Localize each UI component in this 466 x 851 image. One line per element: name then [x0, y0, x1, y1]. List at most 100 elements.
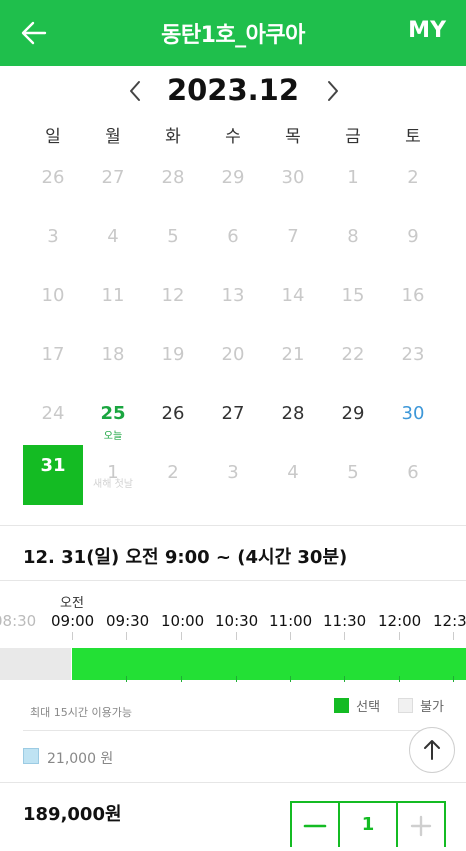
- calendar-day: 15: [323, 268, 383, 327]
- calendar-day: 23: [383, 327, 443, 386]
- calendar-day: 4: [83, 209, 143, 268]
- calendar-day: 16: [383, 268, 443, 327]
- calendar-day-saturday[interactable]: 30: [383, 386, 443, 445]
- time-tick: [236, 632, 237, 640]
- day-number: 28: [161, 167, 185, 188]
- day-number: 14: [281, 285, 305, 306]
- chevron-right-icon: [328, 81, 338, 101]
- legend-unavailable-swatch: [398, 698, 414, 713]
- day-number: 16: [401, 285, 425, 306]
- calendar-day[interactable]: 27: [203, 386, 263, 445]
- day-number: 7: [287, 226, 299, 247]
- weekday-sun: 일: [45, 127, 61, 147]
- calendar-day-today[interactable]: 25 오늘: [83, 386, 143, 445]
- calendar-day: 3: [203, 445, 263, 504]
- calendar-day: 12: [143, 268, 203, 327]
- calendar-day: 14: [263, 268, 323, 327]
- day-number: 29: [341, 403, 365, 424]
- day-number: 27: [221, 403, 245, 424]
- slot-separator: [181, 676, 182, 682]
- arrow-up-icon: [424, 740, 440, 760]
- calendar-day: 5: [143, 209, 203, 268]
- time-label: 08:30: [0, 612, 37, 630]
- calendar-week: 17 18 19 20 21 22 23: [23, 327, 443, 386]
- day-number: 3: [227, 462, 239, 483]
- calendar-day[interactable]: 29: [323, 386, 383, 445]
- slot-price: 21,000 원: [47, 751, 114, 767]
- day-number: 22: [341, 344, 365, 365]
- quantity-value: 1: [338, 803, 398, 847]
- time-label: 12:00: [378, 612, 422, 630]
- price-swatch: [23, 748, 39, 764]
- day-number: 19: [161, 344, 185, 365]
- weekday-wed: 수: [225, 127, 241, 147]
- calendar-day-selected[interactable]: 31: [23, 445, 83, 505]
- day-number: 6: [407, 462, 419, 483]
- section-divider: [23, 730, 423, 731]
- my-page-button[interactable]: MY: [408, 18, 446, 43]
- time-tick: [453, 632, 454, 640]
- month-label: 2023.12: [166, 73, 300, 107]
- calendar-day: 1: [323, 150, 383, 209]
- slot-legend: 선택 불가: [316, 696, 444, 715]
- day-number: 11: [101, 285, 125, 306]
- unavailable-slots: [0, 648, 71, 680]
- scroll-to-top-button[interactable]: [409, 727, 455, 773]
- calendar-day: 13: [203, 268, 263, 327]
- time-label: 11:00: [269, 612, 313, 630]
- calendar-day: 2: [143, 445, 203, 504]
- calendar-day: 27: [83, 150, 143, 209]
- calendar-week: 26 27 28 29 30 1 2: [23, 150, 443, 209]
- time-tick: [290, 632, 291, 640]
- calendar-week: 31 1 새해 첫날 2 3 4 5 6: [23, 445, 443, 505]
- calendar-day[interactable]: 26: [143, 386, 203, 445]
- day-number: 30: [401, 403, 425, 424]
- weekday-tue: 화: [165, 127, 181, 147]
- time-tick: [181, 632, 182, 640]
- day-number: 18: [101, 344, 125, 365]
- time-tick: [344, 632, 345, 640]
- day-number: 27: [101, 167, 125, 188]
- calendar-day: 24: [23, 386, 83, 445]
- day-number: 13: [221, 285, 245, 306]
- calendar-day: 8: [323, 209, 383, 268]
- increase-button[interactable]: [398, 803, 444, 847]
- calendar-day: 19: [143, 327, 203, 386]
- calendar-day: 26: [23, 150, 83, 209]
- section-divider: [0, 525, 466, 526]
- calendar-week: 10 11 12 13 14 15 16: [23, 268, 443, 327]
- legend-unavailable-label: 불가: [420, 700, 444, 715]
- slot-separator: [399, 676, 400, 682]
- day-number: 9: [407, 226, 419, 247]
- day-number: 23: [401, 344, 425, 365]
- day-number: 20: [221, 344, 245, 365]
- day-number: 8: [347, 226, 359, 247]
- today-label: 오늘: [103, 431, 123, 442]
- ampm-label: 오전: [60, 596, 84, 611]
- decrease-button[interactable]: [292, 803, 338, 847]
- holiday-label: 새해 첫날: [93, 479, 133, 490]
- day-number: 4: [287, 462, 299, 483]
- day-number: 24: [41, 403, 65, 424]
- day-number: 4: [107, 226, 119, 247]
- selected-time-range[interactable]: [72, 648, 466, 680]
- calendar-day: 5: [323, 445, 383, 504]
- calendar-day: 7: [263, 209, 323, 268]
- quantity-stepper: 1: [290, 801, 446, 847]
- time-label: 10:00: [161, 612, 205, 630]
- day-number: 31: [40, 455, 66, 476]
- time-label: 09:30: [106, 612, 150, 630]
- day-number: 10: [41, 285, 65, 306]
- day-number: 25: [100, 403, 126, 424]
- day-number: 2: [407, 167, 419, 188]
- slot-separator: [453, 676, 454, 682]
- calendar-day[interactable]: 28: [263, 386, 323, 445]
- calendar-day: 6: [203, 209, 263, 268]
- time-label: 11:30: [323, 612, 367, 630]
- time-slot-timeline[interactable]: 오전 08:30 09:00 09:30 10:00 10:30 11:00 1…: [0, 590, 466, 682]
- next-month-button[interactable]: [318, 76, 348, 106]
- legend-selected: 선택: [334, 696, 380, 715]
- day-number: 17: [41, 344, 65, 365]
- calendar-week: 3 4 5 6 7 8 9: [23, 209, 443, 268]
- day-number: 6: [227, 226, 239, 247]
